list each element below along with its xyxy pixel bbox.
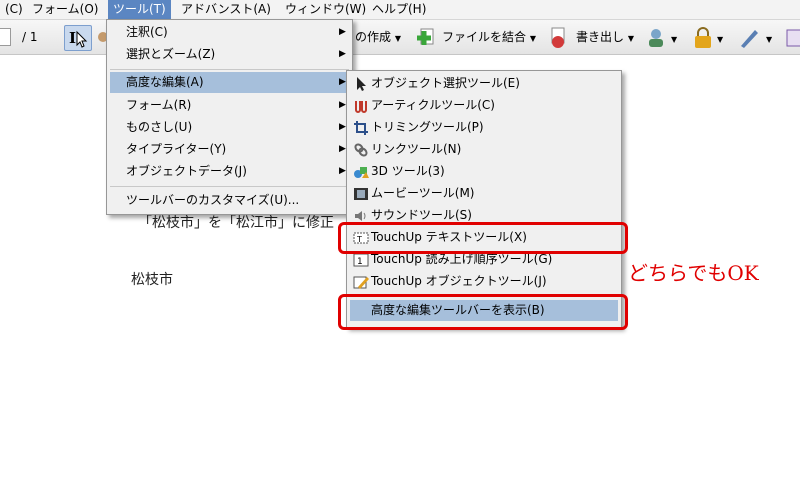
submenu-arrow-icon: ▶ xyxy=(339,27,346,37)
crop-icon xyxy=(354,121,368,135)
menu-item-label: ムービーツール(M) xyxy=(371,186,475,200)
reading-order-icon: 1 xyxy=(353,253,369,267)
menu-item-label: 高度な編集(A) xyxy=(126,75,204,89)
menu-item-forms[interactable]: フォーム(R) ▶ xyxy=(110,95,349,116)
link-icon xyxy=(354,143,368,157)
menu-item-label: オブジェクト選択ツール(E) xyxy=(371,76,520,90)
menu-window[interactable]: ウィンドウ(W) xyxy=(280,0,371,19)
menu-item-advanced-editing[interactable]: 高度な編集(A) ▶ xyxy=(110,72,349,93)
menu-advanced[interactable]: アドバンスト(A) xyxy=(176,0,276,19)
3d-icon xyxy=(354,167,369,178)
menu-item-label: ツールバーのカスタマイズ(U)... xyxy=(126,193,300,207)
menu-item-typewriter[interactable]: タイプライター(Y) ▶ xyxy=(110,139,349,160)
submenu-arrow-icon: ▶ xyxy=(339,77,346,87)
lock-icon: ▼ xyxy=(695,27,724,48)
text-select-cursor-icon: I xyxy=(69,29,88,48)
menu-item-customize-toolbars[interactable]: ツールバーのカスタマイズ(U)... xyxy=(110,190,349,211)
pen-button[interactable]: ▼ xyxy=(736,25,778,51)
create-button[interactable]: の作成 ▼ xyxy=(355,28,401,48)
svg-text:▼: ▼ xyxy=(717,35,724,44)
page-total: / 1 xyxy=(22,30,38,44)
menu-item-comments[interactable]: 注釈(C) ▶ xyxy=(110,22,349,43)
menu-item-label: TouchUp オブジェクトツール(J) xyxy=(371,274,547,288)
svg-text:▼: ▼ xyxy=(766,35,773,44)
chevron-down-icon: ▼ xyxy=(394,34,401,43)
document-line-2: 松枝市 xyxy=(131,272,173,288)
chevron-down-icon: ▼ xyxy=(529,34,536,43)
menu-item-select-zoom[interactable]: 選択とズーム(Z) ▶ xyxy=(110,44,349,65)
document-line-1: 「松枝市」を「松江市」に修正 xyxy=(138,215,334,231)
menu-edit[interactable]: (C) xyxy=(0,0,28,19)
combine-icon-button[interactable] xyxy=(414,25,438,51)
advanced-editing-submenu: オブジェクト選択ツール(E) アーティクルツール(C) トリミングツール(P) … xyxy=(346,70,622,328)
combine-files-button[interactable]: ファイルを結合 ▼ xyxy=(442,28,536,48)
menu-item-crop-tool[interactable]: トリミングツール(P) xyxy=(350,117,618,138)
menu-form[interactable]: フォーム(O) xyxy=(27,0,103,19)
menu-item-label: トリミングツール(P) xyxy=(371,120,484,134)
menu-tools[interactable]: ツール(T) xyxy=(108,0,171,19)
highlight-box-touchup-text xyxy=(338,222,628,254)
submenu-arrow-icon: ▶ xyxy=(339,49,346,59)
annotation-note: どちらでもOK xyxy=(628,261,759,285)
menu-item-label: リンクツール(N) xyxy=(371,142,462,156)
menu-item-label: フォーム(R) xyxy=(126,98,192,112)
export-icon-button[interactable] xyxy=(546,25,570,51)
menu-item-label: アーティクルツール(C) xyxy=(371,98,495,112)
menu-item-3d-tool[interactable]: 3D ツール(3) xyxy=(350,161,618,182)
highlight-box-show-toolbar xyxy=(338,294,628,330)
menu-item-label: 注釈(C) xyxy=(126,25,168,39)
export-icon xyxy=(551,27,565,48)
page-number-field[interactable] xyxy=(0,28,11,46)
menu-help[interactable]: ヘルプ(H) xyxy=(367,0,431,19)
menu-bar: (C) フォーム(O) ツール(T) アドバンスト(A) ウィンドウ(W) ヘル… xyxy=(0,0,800,20)
menu-item-object-data[interactable]: オブジェクトデータ(J) ▶ xyxy=(110,161,349,182)
sign-button[interactable]: ▼ xyxy=(644,25,682,51)
film-icon xyxy=(354,188,368,200)
plus-document-icon xyxy=(417,28,434,45)
pen-icon: ▼ xyxy=(741,30,773,48)
svg-text:▼: ▼ xyxy=(671,35,678,44)
comment-button[interactable] xyxy=(784,25,800,51)
menu-item-label: 選択とズーム(Z) xyxy=(126,47,216,61)
menu-item-measure[interactable]: ものさし(U) ▶ xyxy=(110,117,349,138)
chevron-down-icon: ▼ xyxy=(627,34,634,43)
article-icon xyxy=(355,101,367,113)
svg-text:I: I xyxy=(69,29,76,47)
menu-item-object-select-tool[interactable]: オブジェクト選択ツール(E) xyxy=(350,73,618,94)
pointer-icon xyxy=(357,77,366,91)
secure-button[interactable]: ▼ xyxy=(690,25,728,51)
svg-text:1: 1 xyxy=(357,257,363,267)
menu-separator xyxy=(110,69,349,70)
export-label: 書き出し xyxy=(576,30,625,44)
menu-item-link-tool[interactable]: リンクツール(N) xyxy=(350,139,618,160)
submenu-arrow-icon: ▶ xyxy=(339,122,346,132)
menu-item-label: 3D ツール(3) xyxy=(371,164,445,178)
menu-item-movie-tool[interactable]: ムービーツール(M) xyxy=(350,183,618,204)
submenu-arrow-icon: ▶ xyxy=(339,166,346,176)
comment-icon xyxy=(786,29,800,47)
touchup-object-icon xyxy=(353,276,369,289)
menu-item-article-tool[interactable]: アーティクルツール(C) xyxy=(350,95,618,116)
tools-menu: 注釈(C) ▶ 選択とズーム(Z) ▶ 高度な編集(A) ▶ フォーム(R) ▶… xyxy=(106,19,353,215)
select-tool-button[interactable]: I xyxy=(64,25,92,51)
menu-separator xyxy=(110,186,349,187)
submenu-arrow-icon: ▶ xyxy=(339,100,346,110)
menu-item-label: ものさし(U) xyxy=(126,120,193,134)
combine-label: ファイルを結合 xyxy=(442,30,527,44)
menu-item-touchup-object-tool[interactable]: TouchUp オブジェクトツール(J) xyxy=(350,271,618,292)
create-label: の作成 xyxy=(355,30,392,44)
menu-item-label: オブジェクトデータ(J) xyxy=(126,164,247,178)
submenu-arrow-icon: ▶ xyxy=(339,144,346,154)
user-sign-icon: ▼ xyxy=(649,29,678,47)
menu-item-label: タイプライター(Y) xyxy=(126,142,227,156)
export-button[interactable]: 書き出し ▼ xyxy=(576,28,634,48)
